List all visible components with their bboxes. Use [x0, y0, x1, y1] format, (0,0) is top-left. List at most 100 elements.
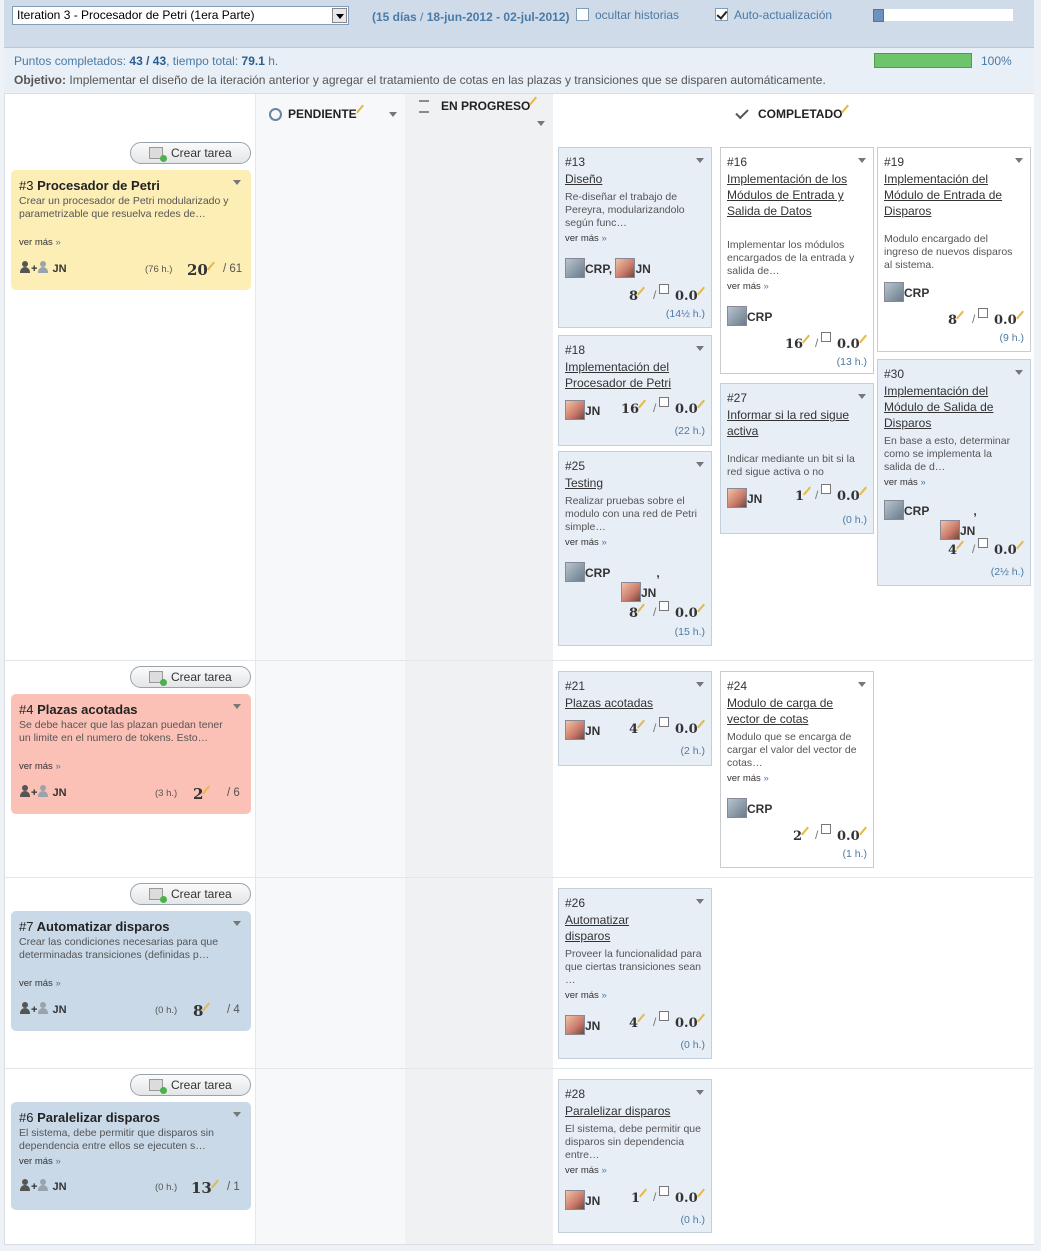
story-owners[interactable]: + JN	[19, 1179, 67, 1193]
task-points[interactable]: 1	[631, 1191, 648, 1206]
task-card[interactable]: #27 Informar si la red sigue activa Indi…	[720, 383, 874, 534]
task-owners[interactable]: CRP	[727, 798, 772, 818]
edit-icon[interactable]	[357, 110, 365, 118]
edit-icon[interactable]	[640, 1194, 648, 1202]
in-progress-menu-icon[interactable]	[537, 121, 545, 130]
edit-icon[interactable]	[698, 1019, 706, 1027]
more-link[interactable]: ver más »	[884, 477, 926, 488]
story-title[interactable]: #3 Procesador de Petri	[19, 178, 160, 193]
task-points[interactable]: 4	[629, 1016, 646, 1031]
task-points[interactable]: 16	[785, 337, 811, 352]
story-points[interactable]: 20	[187, 261, 216, 279]
story-owners[interactable]: + JN	[19, 1002, 67, 1016]
more-link[interactable]: ver más »	[565, 1165, 607, 1176]
task-menu-icon[interactable]	[858, 394, 866, 403]
task-points[interactable]: 2	[793, 829, 810, 844]
task-card[interactable]: #21 Plazas acotadas JN 4 / 0.0 (2 h.)	[558, 671, 712, 766]
more-link[interactable]: ver más »	[727, 773, 769, 784]
add-user-icon[interactable]	[37, 1002, 49, 1014]
story-menu-icon[interactable]	[233, 1112, 241, 1121]
edit-icon[interactable]	[698, 725, 706, 733]
more-link[interactable]: ver más »	[19, 1156, 61, 1167]
more-link[interactable]: ver más »	[565, 233, 607, 244]
task-menu-icon[interactable]	[696, 899, 704, 908]
story-card[interactable]: #4 Plazas acotadas Se debe hacer que las…	[11, 694, 251, 814]
task-card[interactable]: #18 Implementación del Procesador de Pet…	[558, 335, 712, 446]
edit-icon[interactable]	[698, 292, 706, 300]
task-remaining[interactable]: 0.0	[675, 606, 706, 621]
task-remaining[interactable]: 0.0	[675, 1016, 706, 1031]
task-card[interactable]: #28 Paralelizar disparos El sistema, deb…	[558, 1079, 712, 1233]
task-points[interactable]: 16	[621, 402, 647, 417]
task-points[interactable]: 4	[948, 543, 965, 558]
story-owners[interactable]: + JN	[19, 261, 67, 275]
edit-icon[interactable]	[639, 405, 647, 413]
task-remaining[interactable]: 0.0	[994, 543, 1025, 558]
create-task-button[interactable]: Crear tarea	[130, 1074, 251, 1096]
task-title[interactable]: Plazas acotadas	[565, 695, 695, 711]
task-owners[interactable]: CRP, JN	[565, 258, 651, 278]
task-title[interactable]: Implementación del Procesador de Petri	[565, 359, 695, 391]
edit-icon[interactable]	[804, 492, 812, 500]
task-title[interactable]: Implementación del Módulo de Entrada de …	[884, 171, 1014, 219]
edit-icon[interactable]	[208, 267, 216, 275]
task-menu-icon[interactable]	[858, 158, 866, 167]
more-link[interactable]: ver más »	[727, 281, 769, 292]
edit-icon[interactable]	[802, 832, 810, 840]
task-title[interactable]: Informar si la red sigue activa	[727, 407, 857, 439]
task-remaining[interactable]: 0.0	[675, 402, 706, 417]
story-menu-icon[interactable]	[233, 704, 241, 713]
task-owners[interactable]: JN	[727, 488, 762, 508]
task-title[interactable]: Modulo de carga de vector de cotas	[727, 695, 857, 727]
story-title[interactable]: #4 Plazas acotadas	[19, 702, 138, 717]
task-owners[interactable]: CRP	[884, 282, 929, 302]
more-link[interactable]: ver más »	[19, 237, 61, 248]
edit-icon[interactable]	[860, 492, 868, 500]
task-menu-icon[interactable]	[696, 462, 704, 471]
edit-icon[interactable]	[698, 1194, 706, 1202]
task-remaining[interactable]: 0.0	[675, 722, 706, 737]
task-title[interactable]: Implementación de los Módulos de Entrada…	[727, 171, 857, 219]
hide-stories-checkbox[interactable]: ocultar historias	[576, 8, 679, 22]
task-owners[interactable]: CRP	[727, 306, 772, 326]
task-card[interactable]: #24 Modulo de carga de vector de cotas M…	[720, 671, 874, 868]
edit-icon[interactable]	[638, 609, 646, 617]
create-task-button[interactable]: Crear tarea	[130, 883, 251, 905]
edit-icon[interactable]	[638, 1019, 646, 1027]
edit-icon[interactable]	[803, 340, 811, 348]
task-remaining[interactable]: 0.0	[837, 829, 868, 844]
task-card[interactable]: #19 Implementación del Módulo de Entrada…	[877, 147, 1031, 352]
auto-update-box[interactable]	[715, 8, 728, 21]
story-points[interactable]: 8	[193, 1002, 211, 1020]
task-card[interactable]: #26 Automatizar disparos Proveer la func…	[558, 888, 712, 1059]
task-owners[interactable]: CRP, JN	[884, 500, 977, 540]
task-card[interactable]: #25 Testing Realizar pruebas sobre el mo…	[558, 451, 712, 646]
task-owners[interactable]: JN	[565, 1190, 600, 1210]
task-owners[interactable]: JN	[565, 720, 600, 740]
story-card[interactable]: #7 Automatizar disparos Crear las condic…	[11, 911, 251, 1031]
task-menu-icon[interactable]	[696, 1090, 704, 1099]
task-menu-icon[interactable]	[696, 346, 704, 355]
story-title[interactable]: #7 Automatizar disparos	[19, 919, 170, 934]
task-points[interactable]: 4	[629, 722, 646, 737]
story-menu-icon[interactable]	[233, 921, 241, 930]
edit-icon[interactable]	[957, 546, 965, 554]
task-points[interactable]: 8	[629, 289, 646, 304]
task-menu-icon[interactable]	[1015, 158, 1023, 167]
task-owners[interactable]: JN	[565, 1015, 600, 1035]
task-remaining[interactable]: 0.0	[994, 313, 1025, 328]
add-user-icon[interactable]	[37, 261, 49, 273]
task-owners[interactable]: CRP, JN	[565, 562, 660, 602]
edit-icon[interactable]	[860, 340, 868, 348]
edit-icon[interactable]	[203, 791, 211, 799]
edit-icon[interactable]	[957, 316, 965, 324]
create-task-button[interactable]: Crear tarea	[130, 142, 251, 164]
edit-icon[interactable]	[638, 292, 646, 300]
edit-icon[interactable]	[1017, 546, 1025, 554]
more-link[interactable]: ver más »	[565, 537, 607, 548]
task-card[interactable]: #30 Implementación del Módulo de Salida …	[877, 359, 1031, 586]
more-link[interactable]: ver más »	[565, 990, 607, 1001]
task-title[interactable]: Implementación del Módulo de Salida de D…	[884, 383, 1014, 431]
task-owners[interactable]: JN	[565, 400, 600, 420]
task-menu-icon[interactable]	[696, 158, 704, 167]
